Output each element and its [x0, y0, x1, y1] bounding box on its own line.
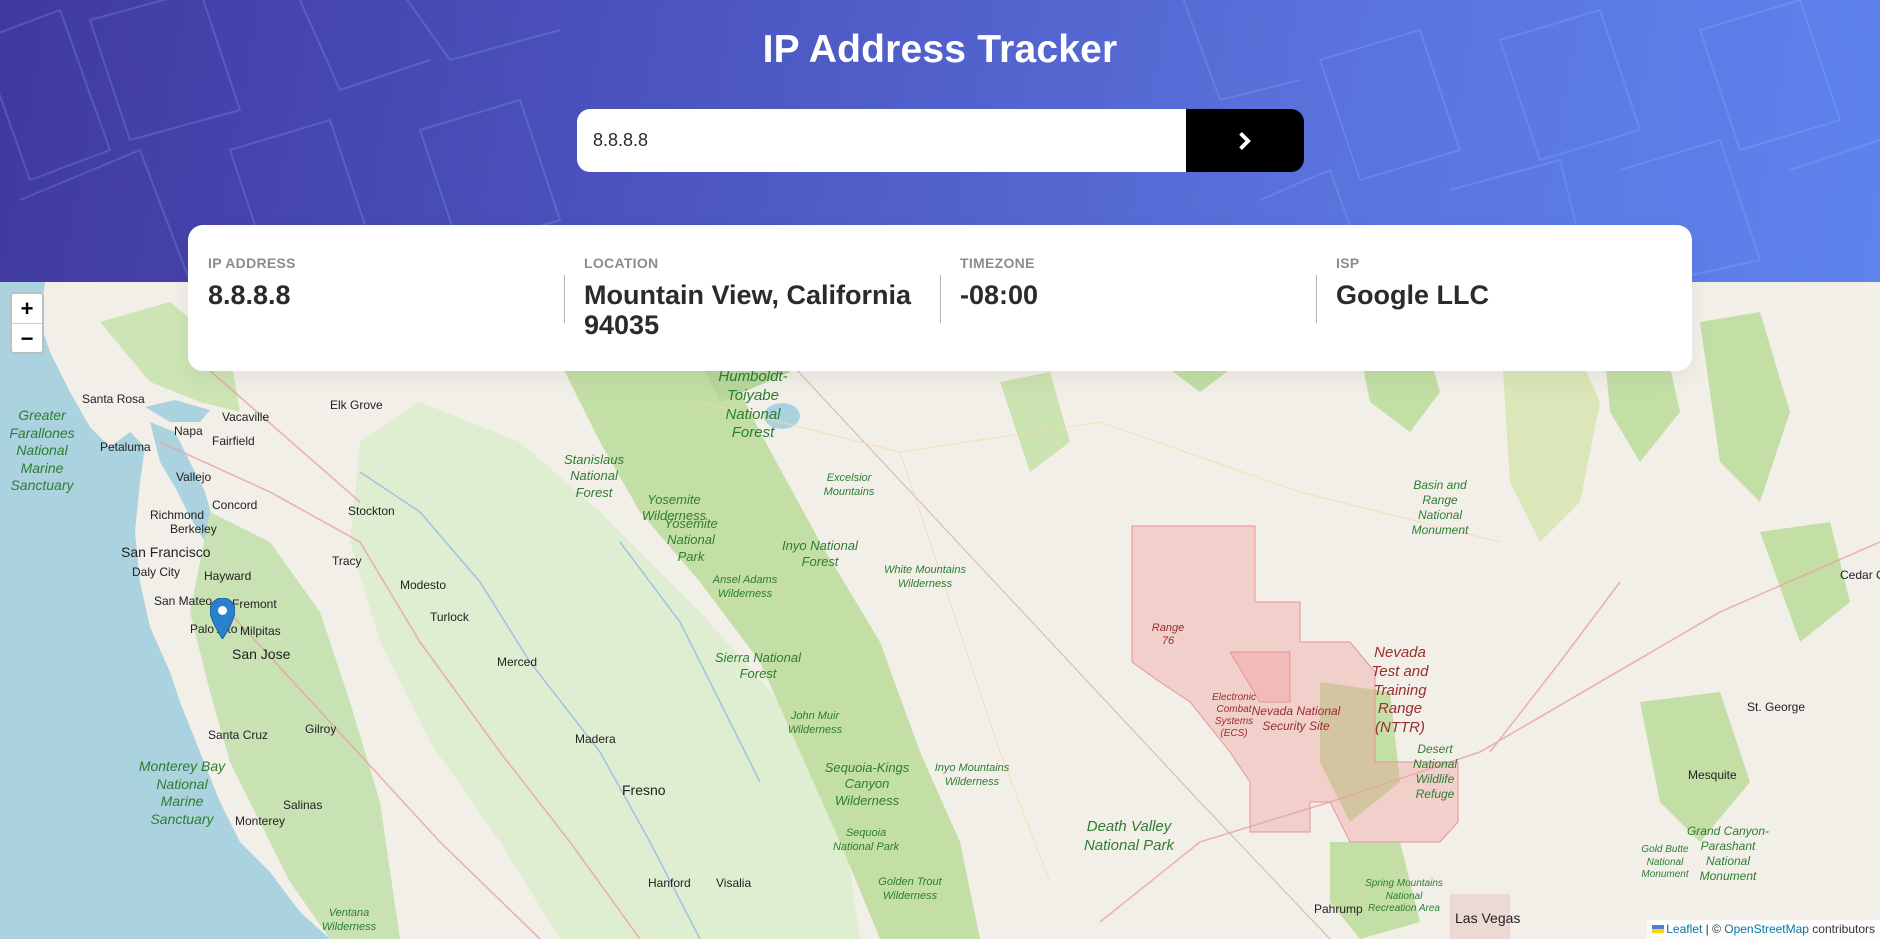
map-label: Fresno: [622, 782, 666, 798]
map-label: Greater Farallones National Marine Sanct…: [9, 407, 75, 493]
map-label: Tracy: [332, 554, 362, 568]
map-label: Daly City: [132, 565, 181, 579]
map-label: Santa Rosa: [82, 392, 145, 406]
map-label: San Mateo: [154, 594, 213, 608]
map-marker-icon[interactable]: [210, 598, 235, 639]
map-view[interactable]: Santa Rosa Napa Vacaville Elk Grove Peta…: [0, 282, 1880, 939]
map-label: Range 76: [1151, 622, 1185, 648]
map-label: Yosemite National Park: [664, 516, 718, 564]
info-isp: ISP Google LLC: [1316, 255, 1692, 371]
map-label: Sequoia-Kings Canyon Wilderness: [824, 760, 910, 808]
map-label: Las Vegas: [1455, 910, 1521, 926]
map-label: John Muir Wilderness: [787, 710, 843, 736]
map-label: Monterey: [235, 814, 286, 828]
ip-search-input[interactable]: [577, 109, 1186, 172]
map-label: San Jose: [232, 646, 291, 662]
map-label: Stockton: [348, 504, 395, 518]
search-submit-button[interactable]: [1186, 109, 1304, 172]
map-label: Merced: [497, 655, 538, 669]
map-label: Monterey Bay National Marine Sanctuary: [138, 758, 226, 827]
map-label: Golden Trout Wilderness: [878, 876, 942, 902]
info-label: IP Address: [208, 255, 296, 271]
map-label: Inyo National Forest: [782, 538, 858, 570]
map-label: Visalia: [716, 876, 752, 890]
map-label: Elk Grove: [330, 398, 383, 412]
map-label: White Mountains Wilderness: [884, 564, 966, 590]
map-label: Pahrump: [1314, 902, 1363, 916]
info-value: Google LLC: [1336, 280, 1489, 310]
info-timezone: Timezone -08:00: [940, 255, 1316, 371]
info-location: Location Mountain View, California 94035: [564, 255, 940, 371]
map-label: Fairfield: [212, 434, 255, 448]
map-label: St. George: [1747, 700, 1806, 714]
map-label: Salinas: [283, 798, 323, 812]
map-label: Fremont: [232, 597, 277, 611]
map-label: San Francisco: [121, 544, 211, 560]
map-label: Madera: [575, 732, 616, 746]
ip-info-card: IP Address 8.8.8.8 Location Mountain Vie…: [188, 225, 1692, 371]
map-label: Grand Canyon-Parashant National Monument: [1686, 824, 1770, 883]
page-title: IP Address Tracker: [762, 28, 1118, 71]
attribution-suffix: contributors: [1808, 922, 1875, 936]
map-label: Desert National Wildlife Refuge: [1412, 742, 1458, 801]
map-label: Humboldt-Toiyabe National Forest: [718, 368, 788, 442]
map-label: Cedar Ci: [1840, 568, 1880, 582]
map-label: Excelsior Mountains: [823, 472, 875, 498]
map-label: Napa: [174, 424, 203, 438]
map-label: Nevada Test and Training Range (NTTR): [1371, 644, 1429, 736]
map-label: Ventana Wilderness: [321, 907, 377, 933]
map-label: Hayward: [204, 569, 252, 583]
map-label: Turlock: [430, 610, 469, 624]
leaflet-link[interactable]: Leaflet: [1666, 922, 1702, 936]
openstreetmap-link[interactable]: OpenStreetMap: [1724, 922, 1809, 936]
map-label: Sequoia National Park: [832, 827, 900, 853]
map-label: Spring Mountains National Recreation Are…: [1365, 878, 1443, 914]
map-label: Inyo Mountains Wilderness: [934, 762, 1010, 788]
map-label: Santa Cruz: [208, 728, 269, 742]
map-label: Concord: [212, 498, 258, 512]
attribution-separator: | ©: [1702, 922, 1725, 936]
map-label: Mesquite: [1688, 768, 1737, 782]
map-label: Berkeley: [170, 522, 217, 536]
info-label: Timezone: [960, 255, 1035, 271]
map-label: Modesto: [400, 578, 447, 592]
map-label: Nevada National Security Site: [1251, 704, 1341, 733]
info-value: 8.8.8.8: [208, 280, 291, 310]
map-label: Stanislaus National Forest: [564, 452, 624, 500]
map-label: Basin and Range National Monument: [1411, 478, 1469, 537]
map-attribution: Leaflet | © OpenStreetMap contributors: [1647, 920, 1880, 939]
info-label: ISP: [1336, 255, 1360, 271]
zoom-control: + −: [10, 292, 44, 354]
map-label: Petaluma: [100, 440, 151, 454]
info-value: Mountain View, California 94035: [584, 280, 912, 340]
info-ip-address: IP Address 8.8.8.8: [188, 255, 564, 371]
map-label: Vallejo: [176, 470, 212, 484]
map-label: Vacaville: [222, 410, 270, 424]
map-label: Ansel Adams Wilderness: [712, 574, 778, 600]
chevron-right-icon: [1239, 131, 1251, 150]
map-label: Death Valley National Park: [1083, 818, 1175, 854]
info-value: -08:00: [960, 280, 1039, 310]
map-label: Sierra National Forest: [715, 650, 801, 682]
search-form: [577, 109, 1304, 172]
info-label: Location: [584, 255, 659, 271]
map-label: Milpitas: [240, 624, 281, 638]
ukraine-flag-icon: [1652, 925, 1665, 933]
zoom-out-button[interactable]: −: [12, 323, 42, 352]
map-label: Hanford: [648, 876, 691, 890]
zoom-in-button[interactable]: +: [12, 294, 42, 323]
map-tiles: [0, 282, 1880, 939]
map-label: Richmond: [150, 508, 205, 522]
map-label: Gilroy: [305, 722, 337, 736]
